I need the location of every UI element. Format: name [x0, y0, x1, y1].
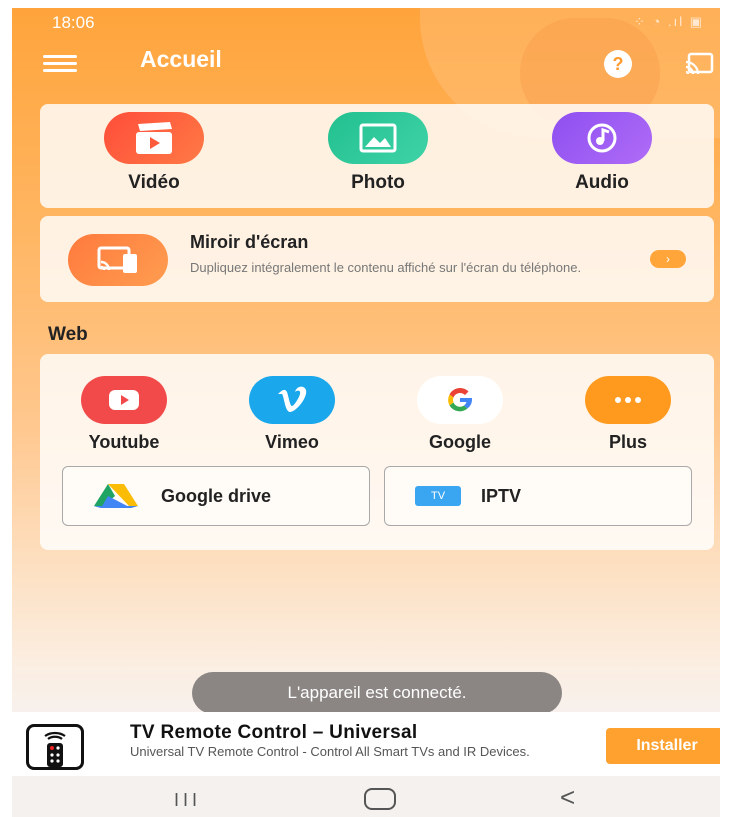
app-bar: Accueil ? — [12, 38, 720, 86]
web-label-vimeo: Vimeo — [265, 432, 319, 452]
tv-icon: TV — [415, 486, 461, 506]
google-drive-icon — [93, 483, 139, 509]
menu-icon[interactable] — [43, 55, 77, 72]
media-item-video[interactable]: Vidéo — [74, 112, 234, 194]
web-card: Youtube Vimeo Google Plus Google drive T… — [40, 354, 714, 550]
app-screen: 18:06 ⁘ ◔ .ıl ▣ Accueil ? Vidéo Photo Au… — [12, 8, 720, 817]
google-drive-label: Google drive — [161, 485, 272, 506]
media-card: Vidéo Photo Audio — [40, 104, 714, 208]
youtube-icon — [81, 376, 167, 424]
chevron-right-icon[interactable]: › — [650, 250, 686, 268]
media-label-audio: Audio — [575, 172, 629, 193]
web-item-plus[interactable]: Plus — [558, 376, 698, 453]
iptv-button[interactable]: TV IPTV — [384, 466, 692, 526]
status-time: 18:06 — [52, 13, 95, 32]
google-icon — [417, 376, 503, 424]
ad-banner[interactable]: TV Remote Control – Universal Universal … — [12, 712, 720, 776]
mirror-title: Miroir d'écran — [190, 232, 309, 252]
back-button[interactable]: < — [560, 782, 575, 813]
status-icons: ⁘ ◔ .ıl ▣ — [634, 14, 704, 29]
more-icon — [585, 376, 671, 424]
section-heading-web: Web — [48, 324, 88, 345]
photo-icon — [328, 112, 428, 164]
recent-apps-button[interactable]: III — [174, 790, 201, 811]
help-icon[interactable]: ? — [604, 50, 632, 78]
remote-control-icon — [26, 724, 84, 770]
system-nav-bar: III < — [12, 776, 720, 817]
media-item-photo[interactable]: Photo — [298, 112, 458, 194]
media-label-video: Vidéo — [128, 172, 180, 193]
install-button[interactable]: Installer — [606, 728, 720, 764]
iptv-label: IPTV — [481, 485, 522, 506]
page-title: Accueil — [140, 46, 222, 72]
screen-mirror-icon — [68, 234, 168, 286]
cast-icon[interactable] — [684, 52, 714, 76]
web-label-google: Google — [429, 432, 491, 452]
music-note-icon — [552, 112, 652, 164]
web-item-youtube[interactable]: Youtube — [54, 376, 194, 453]
ad-description: Universal TV Remote Control - Control Al… — [130, 744, 530, 759]
home-button[interactable] — [364, 788, 396, 810]
web-item-vimeo[interactable]: Vimeo — [222, 376, 362, 453]
toast-message: L'appareil est connecté. — [192, 672, 562, 714]
mirror-description: Dupliquez intégralement le contenu affic… — [190, 260, 582, 275]
vimeo-icon — [249, 376, 335, 424]
ad-title: TV Remote Control – Universal — [130, 722, 418, 743]
media-label-photo: Photo — [351, 172, 405, 193]
web-item-google[interactable]: Google — [390, 376, 530, 453]
screen-mirror-card[interactable]: Miroir d'écran Dupliquez intégralement l… — [40, 216, 714, 302]
web-label-plus: Plus — [608, 432, 647, 452]
google-drive-button[interactable]: Google drive — [62, 466, 370, 526]
media-item-audio[interactable]: Audio — [522, 112, 682, 194]
status-bar: 18:06 ⁘ ◔ .ıl ▣ — [12, 8, 720, 34]
web-label-youtube: Youtube — [88, 432, 160, 452]
video-clapper-icon — [104, 112, 204, 164]
